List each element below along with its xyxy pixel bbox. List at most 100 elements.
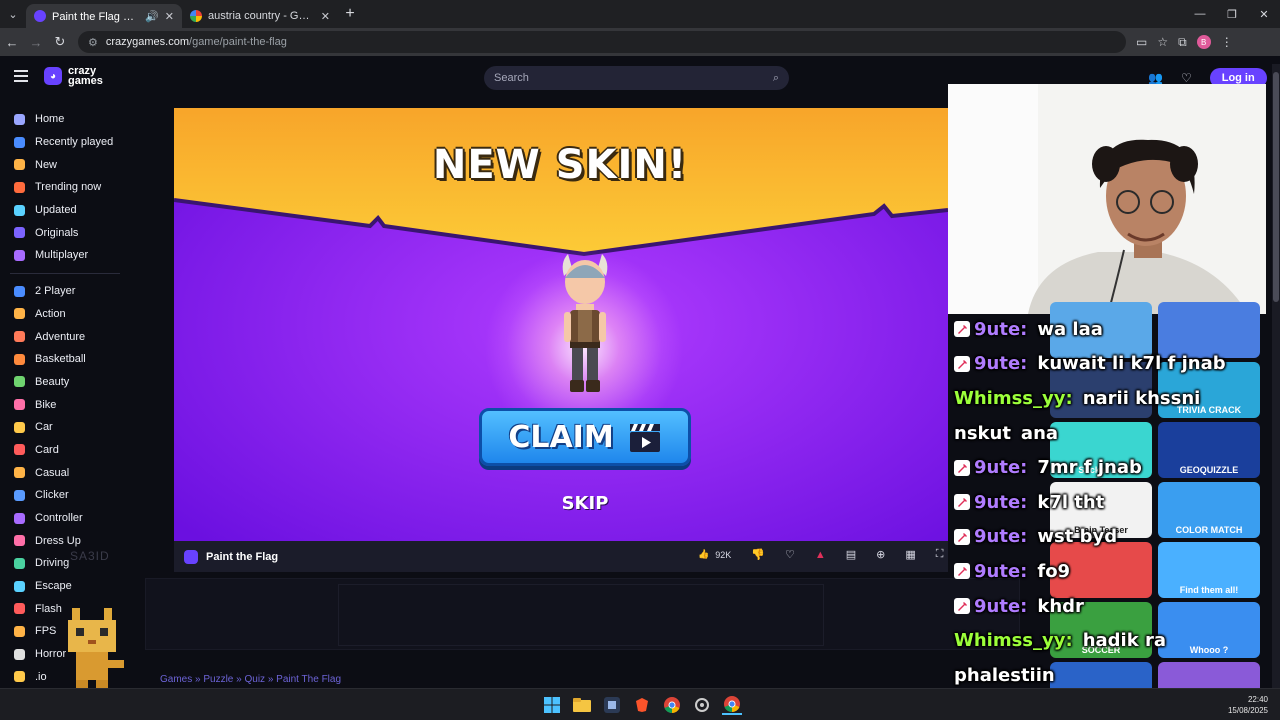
video-clapper-icon [629, 424, 660, 452]
game-logo-icon [184, 549, 198, 564]
crazygames-logo[interactable]: ◕ crazy games [44, 66, 103, 87]
tab-search-chevron-icon[interactable]: ⌄ [0, 0, 26, 28]
sidebar-item-label: Escape [35, 580, 72, 593]
url-domain: crazygames.com [105, 36, 190, 48]
sidebar-item-2-player[interactable]: 2 Player [0, 280, 132, 303]
sidebar-item-label: Casual [35, 466, 70, 479]
sidebar-item-dress-up[interactable]: Dress Up [0, 529, 132, 552]
brave-icon[interactable] [632, 695, 652, 715]
sidebar-item-label: Multiplayer [35, 249, 89, 262]
windows-start-icon[interactable] [542, 695, 562, 715]
feedback-icon[interactable]: ▤ [846, 548, 856, 561]
friends-icon[interactable]: 👥 [1148, 71, 1163, 85]
settings-icon[interactable] [692, 695, 712, 715]
sidebar-divider [10, 272, 120, 274]
sidebar-item-label: Action [35, 307, 66, 320]
tab-title: Paint the Flag 🎨 Play on C [52, 10, 139, 23]
new-tab-button[interactable]: + [338, 5, 362, 23]
game-canvas[interactable]: NEW SKIN! CLAIM SKIP [174, 108, 948, 541]
favorite-heart-icon[interactable]: ♡ [785, 548, 795, 561]
back-icon[interactable]: ← [0, 28, 24, 56]
breadcrumb[interactable]: Games » Puzzle » Quiz » Paint The Flag [160, 674, 341, 685]
chrome-icon[interactable] [662, 695, 682, 715]
cast-icon[interactable]: ▭ [1136, 35, 1147, 49]
chat-text: khdr [1037, 595, 1084, 617]
chat-message: Whimss_yy: narii khssni [954, 381, 1274, 416]
dress-up-icon [14, 535, 25, 547]
forward-icon[interactable]: → [24, 28, 48, 56]
sidebar-item-escape[interactable]: Escape [0, 575, 132, 598]
chrome-active-icon[interactable] [722, 695, 742, 715]
sidebar-item-action[interactable]: Action [0, 303, 132, 326]
chat-message: Whimss_yy: hadik ra [954, 623, 1274, 658]
sidebar-item-home[interactable]: Home [0, 108, 132, 131]
system-clock[interactable]: 22:40 15/08/2025 [1228, 694, 1268, 716]
site-info-icon[interactable]: ⚙ [88, 36, 98, 49]
sidebar-item-label: Updated [35, 204, 77, 217]
tab-close-icon[interactable]: ✕ [321, 10, 330, 23]
minimize-icon[interactable]: — [1184, 0, 1216, 28]
google-favicon-icon [190, 10, 202, 22]
chat-text: hadik ra [1082, 630, 1166, 652]
sidebar: Home Recently played New Trending now Update… [0, 108, 132, 688]
close-window-icon[interactable]: ✕ [1248, 0, 1280, 28]
chat-message: 9ute: wst byd [954, 520, 1274, 555]
originals-icon [14, 227, 25, 239]
sidebar-item-recently-played[interactable]: Recently played [0, 131, 132, 154]
hamburger-menu-icon[interactable] [14, 70, 28, 85]
claim-button[interactable]: CLAIM [479, 408, 691, 466]
sidebar-item-trending-now[interactable]: Trending now [0, 176, 132, 199]
logo-mark-icon: ◕ [44, 67, 62, 85]
extensions-icon[interactable]: ⧉ [1178, 35, 1187, 50]
sidebar-item-basketball[interactable]: Basketball [0, 348, 132, 371]
adventure-icon [14, 331, 25, 343]
skip-button[interactable]: SKIP [534, 493, 636, 514]
chat-username: phalestiin [954, 664, 1055, 686]
sidebar-item-originals[interactable]: Originals [0, 221, 132, 244]
sidebar-item-casual[interactable]: Casual [0, 461, 132, 484]
thumbs-down-icon[interactable]: 👎 [751, 548, 765, 561]
share-icon[interactable]: ⊕ [876, 548, 885, 561]
tab-close-icon[interactable]: ✕ [165, 10, 174, 23]
chat-message: 9ute: k7l tht [954, 485, 1274, 520]
sidebar-item-adventure[interactable]: Adventure [0, 325, 132, 348]
sidebar-item-controller[interactable]: Controller [0, 507, 132, 530]
browser-menu-icon[interactable]: ⋮ [1221, 35, 1233, 49]
tab-austria-search[interactable]: austria country - Google Search ✕ [182, 4, 338, 28]
sidebar-item-multiplayer[interactable]: Multiplayer [0, 244, 132, 267]
search-input[interactable]: Search ⌕ [484, 66, 789, 90]
sidebar-item-bike[interactable]: Bike [0, 393, 132, 416]
chat-username: 9ute: [974, 318, 1028, 340]
reload-icon[interactable]: ↻ [48, 28, 72, 56]
beauty-icon [14, 376, 25, 388]
sidebar-item-new[interactable]: New [0, 153, 132, 176]
favorites-heart-icon[interactable]: ♡ [1181, 71, 1192, 85]
report-flag-icon[interactable]: ▲ [815, 549, 826, 561]
sidebar-item-beauty[interactable]: Beauty [0, 371, 132, 394]
broadcaster-badge-icon [954, 321, 970, 338]
app-icon[interactable] [602, 695, 622, 715]
sidebar-item-driving[interactable]: Driving [0, 552, 132, 575]
watermark-text: SA3ID [70, 549, 110, 563]
broadcaster-badge-icon [954, 563, 970, 580]
sidebar-item-car[interactable]: Car [0, 416, 132, 439]
sidebar-item-clicker[interactable]: Clicker [0, 484, 132, 507]
bookmark-star-icon[interactable]: ☆ [1157, 35, 1168, 49]
sidebar-item-card[interactable]: Card [0, 439, 132, 462]
fullscreen-icon[interactable]: ⛶ [936, 548, 944, 561]
like-button[interactable]: 👍 92K [698, 549, 731, 560]
file-explorer-icon[interactable] [572, 695, 592, 715]
chat-username: 9ute: [974, 560, 1028, 582]
restore-icon[interactable]: ❐ [1216, 0, 1248, 28]
controller-icon [14, 512, 25, 524]
speaker-icon[interactable]: 🔊 [145, 10, 159, 23]
profile-avatar[interactable]: B [1196, 35, 1211, 49]
url-bar[interactable]: ⚙ crazygames.com/game/paint-the-flag [78, 31, 1126, 53]
theater-mode-icon[interactable]: ▦ [905, 548, 915, 561]
search-icon[interactable]: ⌕ [773, 72, 779, 85]
tab-title: austria country - Google Search [208, 10, 315, 22]
tab-paint-the-flag[interactable]: Paint the Flag 🎨 Play on C 🔊 ✕ [26, 4, 182, 28]
chat-text: ana [1020, 422, 1059, 444]
sidebar-item-updated[interactable]: Updated [0, 199, 132, 222]
flash-icon [14, 603, 25, 615]
